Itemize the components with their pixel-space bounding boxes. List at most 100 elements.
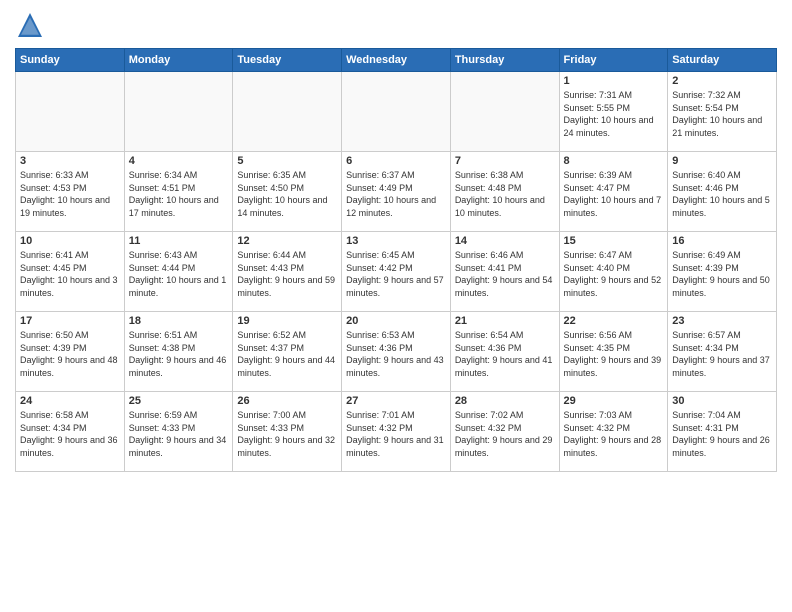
week-row-4: 17Sunrise: 6:50 AM Sunset: 4:39 PM Dayli…: [16, 312, 777, 392]
day-info: Sunrise: 6:47 AM Sunset: 4:40 PM Dayligh…: [564, 249, 664, 299]
day-cell: 9 Sunrise: 6:40 AM Sunset: 4:46 PM Daylig…: [668, 152, 777, 232]
day-cell: 24 Sunrise: 6:58 AM Sunset: 4:34 PM Dayli…: [16, 392, 125, 472]
day-info: Sunrise: 6:39 AM Sunset: 4:47 PM Dayligh…: [564, 169, 664, 219]
weekday-header-saturday: Saturday: [668, 49, 777, 72]
day-number: 15: [564, 235, 664, 247]
day-number: 14: [455, 235, 555, 247]
day-cell: 4 Sunrise: 6:34 AM Sunset: 4:51 PM Daylig…: [124, 152, 233, 232]
day-number: 10: [20, 235, 120, 247]
day-cell: 22 Sunrise: 6:56 AM Sunset: 4:35 PM Dayli…: [559, 312, 668, 392]
weekday-header-wednesday: Wednesday: [342, 49, 451, 72]
day-cell: 18 Sunrise: 6:51 AM Sunset: 4:38 PM Dayli…: [124, 312, 233, 392]
day-info: Sunrise: 7:31 AM Sunset: 5:55 PM Dayligh…: [564, 89, 664, 139]
day-number: 28: [455, 395, 555, 407]
day-info: Sunrise: 6:59 AM Sunset: 4:33 PM Dayligh…: [129, 409, 229, 459]
day-cell: 26Sunrise: 7:00 AM Sunset: 4:33 PM Dayli…: [233, 392, 342, 472]
day-cell: 21 Sunrise: 6:54 AM Sunset: 4:36 PM Dayli…: [450, 312, 559, 392]
day-info: Sunrise: 6:53 AM Sunset: 4:36 PM Dayligh…: [346, 329, 446, 379]
weekday-header-sunday: Sunday: [16, 49, 125, 72]
day-info: Sunrise: 7:04 AM Sunset: 4:31 PM Dayligh…: [672, 409, 772, 459]
day-cell: 7Sunrise: 6:38 AM Sunset: 4:48 PM Daylig…: [450, 152, 559, 232]
day-number: 20: [346, 315, 446, 327]
weekday-header-tuesday: Tuesday: [233, 49, 342, 72]
day-info: Sunrise: 7:01 AM Sunset: 4:32 PM Dayligh…: [346, 409, 446, 459]
day-info: Sunrise: 6:41 AM Sunset: 4:45 PM Dayligh…: [20, 249, 120, 299]
day-info: Sunrise: 6:45 AM Sunset: 4:42 PM Dayligh…: [346, 249, 446, 299]
day-info: Sunrise: 7:02 AM Sunset: 4:32 PM Dayligh…: [455, 409, 555, 459]
weekday-header-row: SundayMondayTuesdayWednesdayThursdayFrid…: [16, 49, 777, 72]
day-info: Sunrise: 6:58 AM Sunset: 4:34 PM Dayligh…: [20, 409, 120, 459]
week-row-1: 1 Sunrise: 7:31 AM Sunset: 5:55 PM Daylig…: [16, 72, 777, 152]
day-info: Sunrise: 6:44 AM Sunset: 4:43 PM Dayligh…: [237, 249, 337, 299]
logo: [15, 10, 49, 40]
calendar: SundayMondayTuesdayWednesdayThursdayFrid…: [15, 48, 777, 472]
day-number: 1: [564, 75, 664, 87]
day-info: Sunrise: 6:49 AM Sunset: 4:39 PM Dayligh…: [672, 249, 772, 299]
week-row-2: 3 Sunrise: 6:33 AM Sunset: 4:53 PM Daylig…: [16, 152, 777, 232]
day-cell: 13 Sunrise: 6:45 AM Sunset: 4:42 PM Dayli…: [342, 232, 451, 312]
day-info: Sunrise: 6:51 AM Sunset: 4:38 PM Dayligh…: [129, 329, 229, 379]
day-cell: [124, 72, 233, 152]
day-cell: 6 Sunrise: 6:37 AM Sunset: 4:49 PM Daylig…: [342, 152, 451, 232]
day-number: 30: [672, 395, 772, 407]
header: [15, 10, 777, 40]
day-number: 29: [564, 395, 664, 407]
day-cell: 23 Sunrise: 6:57 AM Sunset: 4:34 PM Dayli…: [668, 312, 777, 392]
day-cell: 8Sunrise: 6:39 AM Sunset: 4:47 PM Daylig…: [559, 152, 668, 232]
weekday-header-friday: Friday: [559, 49, 668, 72]
day-number: 9: [672, 155, 772, 167]
day-cell: 28 Sunrise: 7:02 AM Sunset: 4:32 PM Dayli…: [450, 392, 559, 472]
day-number: 19: [237, 315, 337, 327]
day-info: Sunrise: 6:34 AM Sunset: 4:51 PM Dayligh…: [129, 169, 229, 219]
day-number: 2: [672, 75, 772, 87]
day-info: Sunrise: 7:00 AM Sunset: 4:33 PM Dayligh…: [237, 409, 337, 459]
day-info: Sunrise: 6:54 AM Sunset: 4:36 PM Dayligh…: [455, 329, 555, 379]
weekday-header-thursday: Thursday: [450, 49, 559, 72]
week-row-5: 24 Sunrise: 6:58 AM Sunset: 4:34 PM Dayli…: [16, 392, 777, 472]
day-info: Sunrise: 6:52 AM Sunset: 4:37 PM Dayligh…: [237, 329, 337, 379]
day-info: Sunrise: 7:32 AM Sunset: 5:54 PM Dayligh…: [672, 89, 772, 139]
day-info: Sunrise: 6:33 AM Sunset: 4:53 PM Dayligh…: [20, 169, 120, 219]
day-info: Sunrise: 6:57 AM Sunset: 4:34 PM Dayligh…: [672, 329, 772, 379]
day-number: 7: [455, 155, 555, 167]
day-number: 4: [129, 155, 229, 167]
day-cell: 1 Sunrise: 7:31 AM Sunset: 5:55 PM Daylig…: [559, 72, 668, 152]
day-cell: 16 Sunrise: 6:49 AM Sunset: 4:39 PM Dayli…: [668, 232, 777, 312]
day-cell: [342, 72, 451, 152]
day-number: 24: [20, 395, 120, 407]
day-number: 6: [346, 155, 446, 167]
day-number: 12: [237, 235, 337, 247]
day-info: Sunrise: 6:40 AM Sunset: 4:46 PM Dayligh…: [672, 169, 772, 219]
day-info: Sunrise: 7:03 AM Sunset: 4:32 PM Dayligh…: [564, 409, 664, 459]
day-cell: 29 Sunrise: 7:03 AM Sunset: 4:32 PM Dayli…: [559, 392, 668, 472]
day-cell: 15 Sunrise: 6:47 AM Sunset: 4:40 PM Dayli…: [559, 232, 668, 312]
logo-icon: [15, 10, 45, 40]
day-cell: [16, 72, 125, 152]
day-cell: 20 Sunrise: 6:53 AM Sunset: 4:36 PM Dayli…: [342, 312, 451, 392]
day-cell: 5 Sunrise: 6:35 AM Sunset: 4:50 PM Daylig…: [233, 152, 342, 232]
day-cell: [450, 72, 559, 152]
weekday-header-monday: Monday: [124, 49, 233, 72]
day-number: 11: [129, 235, 229, 247]
day-cell: 14 Sunrise: 6:46 AM Sunset: 4:41 PM Dayli…: [450, 232, 559, 312]
day-number: 5: [237, 155, 337, 167]
day-info: Sunrise: 6:37 AM Sunset: 4:49 PM Dayligh…: [346, 169, 446, 219]
day-info: Sunrise: 6:46 AM Sunset: 4:41 PM Dayligh…: [455, 249, 555, 299]
day-cell: 17Sunrise: 6:50 AM Sunset: 4:39 PM Dayli…: [16, 312, 125, 392]
day-info: Sunrise: 6:43 AM Sunset: 4:44 PM Dayligh…: [129, 249, 229, 299]
day-cell: 30 Sunrise: 7:04 AM Sunset: 4:31 PM Dayli…: [668, 392, 777, 472]
day-number: 23: [672, 315, 772, 327]
week-row-3: 10 Sunrise: 6:41 AM Sunset: 4:45 PM Dayli…: [16, 232, 777, 312]
day-cell: 3 Sunrise: 6:33 AM Sunset: 4:53 PM Daylig…: [16, 152, 125, 232]
day-number: 18: [129, 315, 229, 327]
day-number: 16: [672, 235, 772, 247]
day-number: 3: [20, 155, 120, 167]
day-number: 13: [346, 235, 446, 247]
day-info: Sunrise: 6:50 AM Sunset: 4:39 PM Dayligh…: [20, 329, 120, 379]
day-number: 21: [455, 315, 555, 327]
day-info: Sunrise: 6:35 AM Sunset: 4:50 PM Dayligh…: [237, 169, 337, 219]
day-cell: 12 Sunrise: 6:44 AM Sunset: 4:43 PM Dayli…: [233, 232, 342, 312]
day-number: 22: [564, 315, 664, 327]
day-cell: 25Sunrise: 6:59 AM Sunset: 4:33 PM Dayli…: [124, 392, 233, 472]
day-info: Sunrise: 6:56 AM Sunset: 4:35 PM Dayligh…: [564, 329, 664, 379]
